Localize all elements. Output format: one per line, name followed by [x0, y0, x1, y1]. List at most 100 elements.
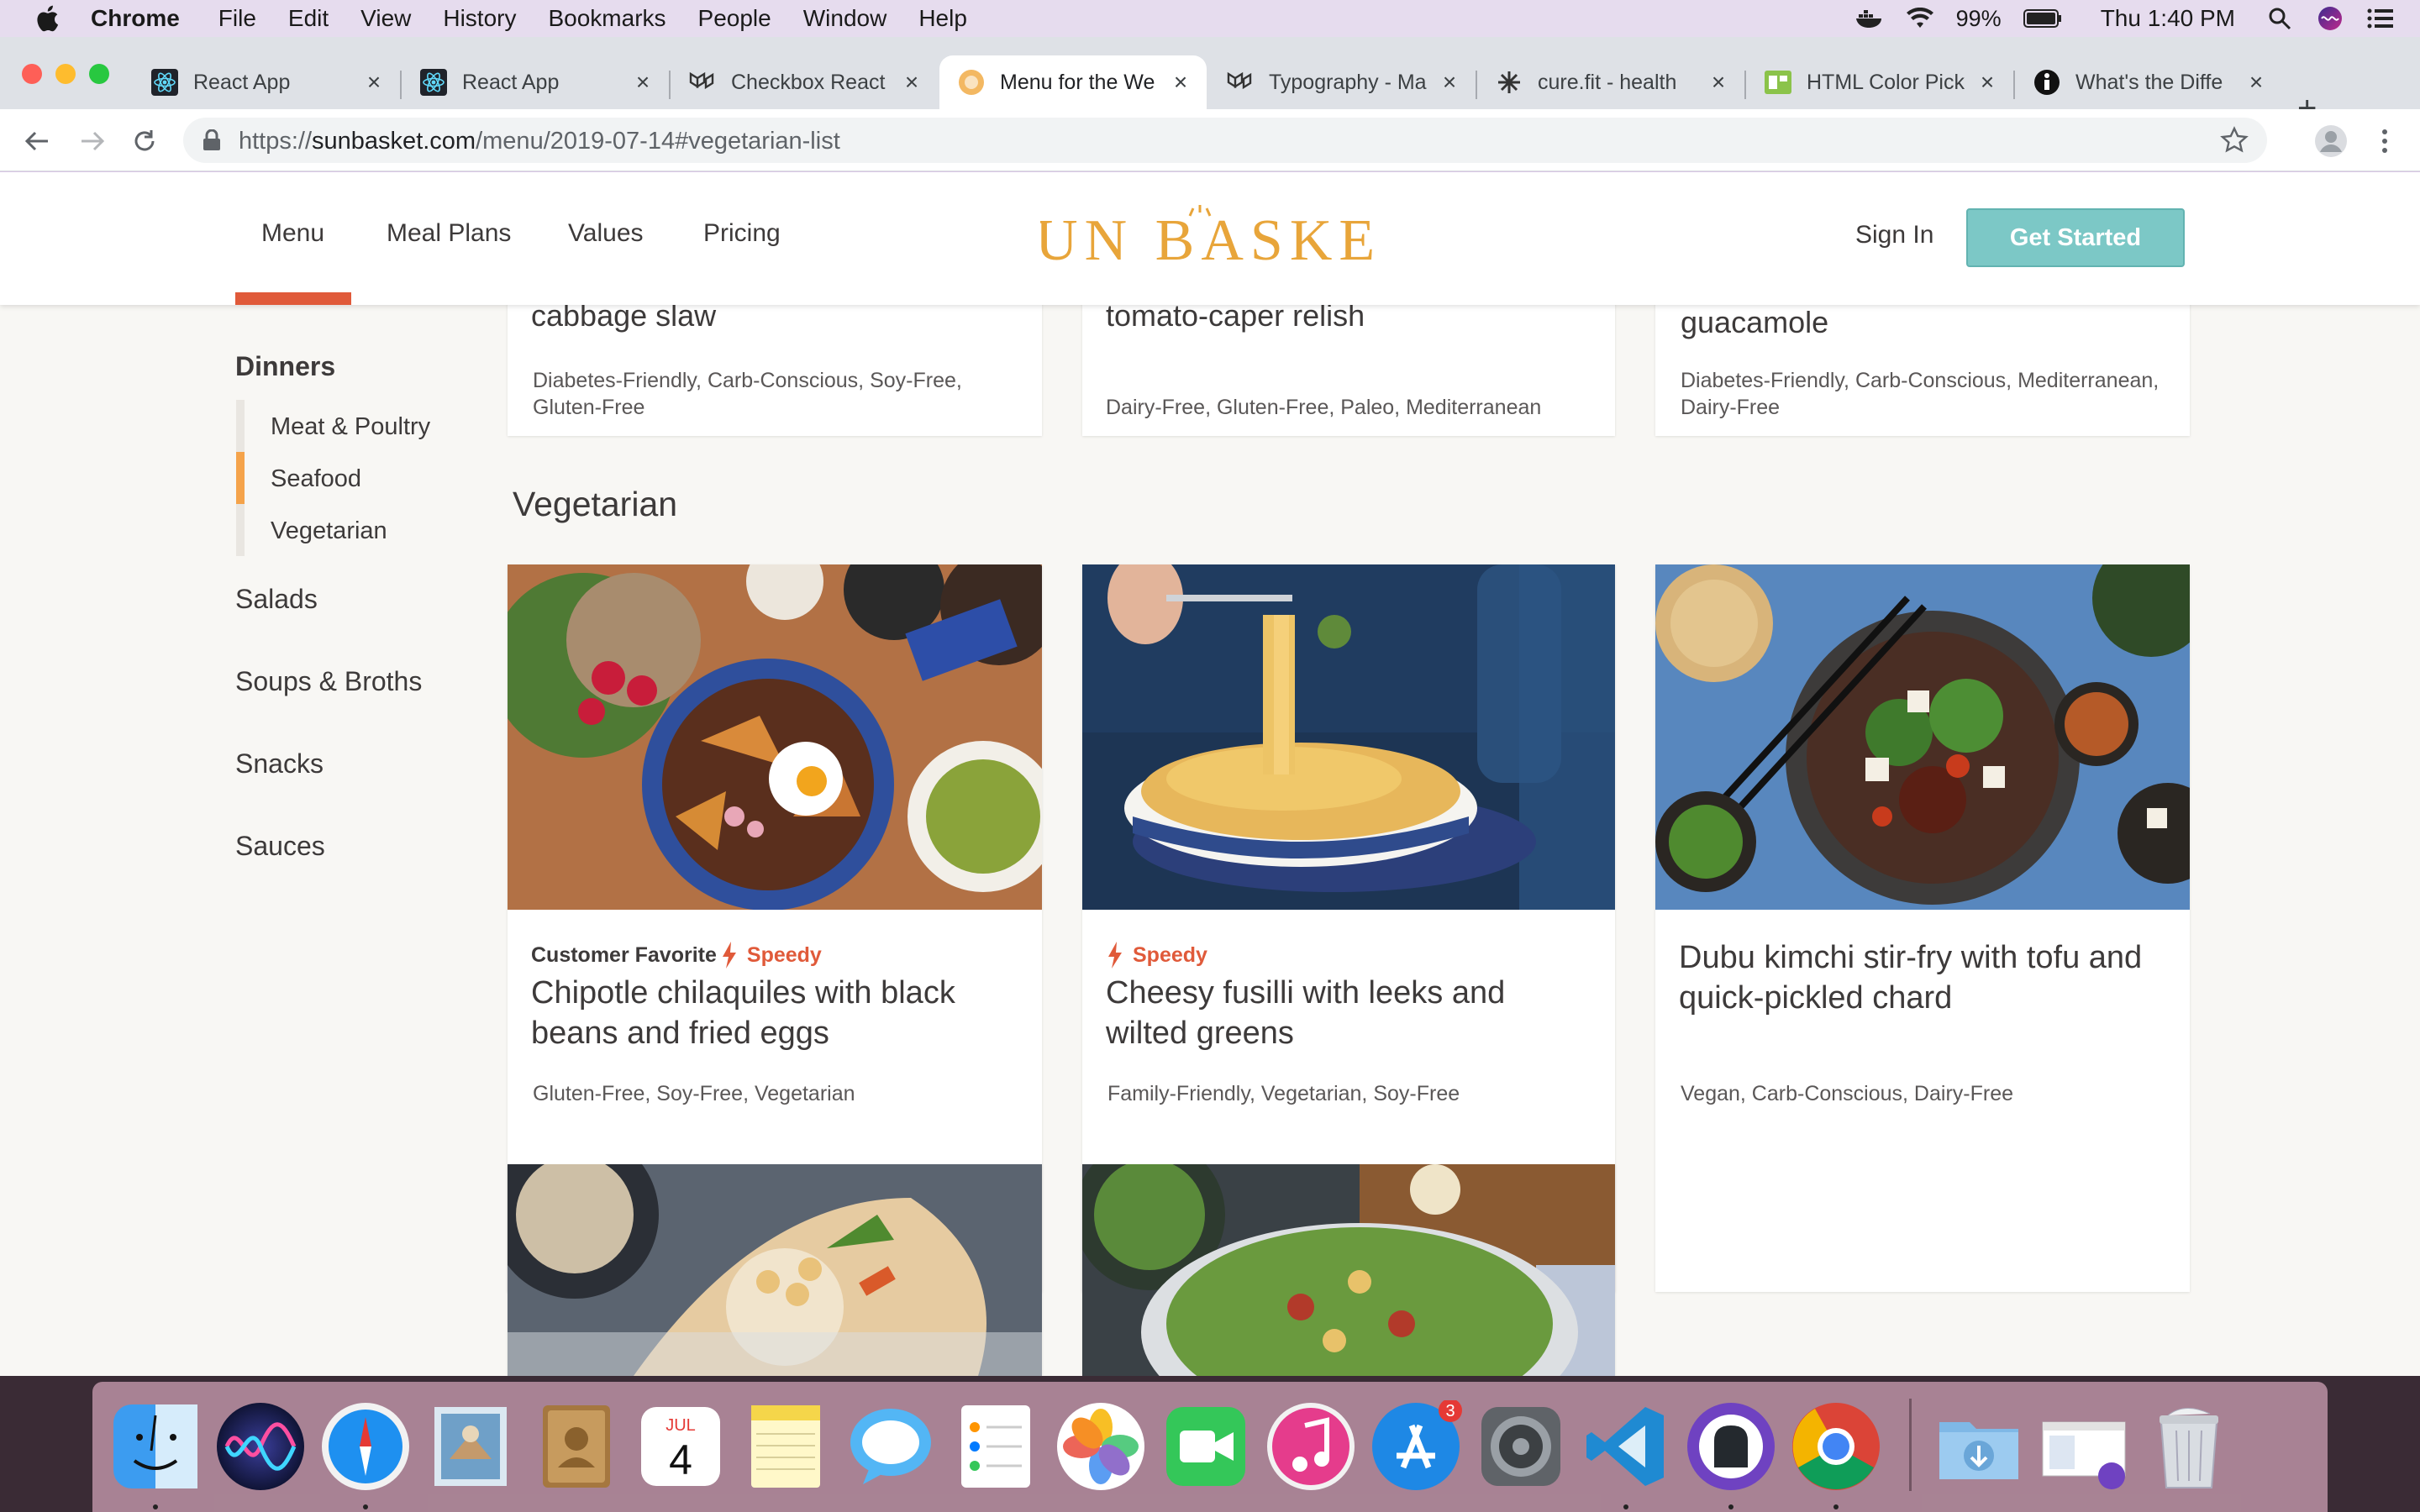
menu-window[interactable]: Window [803, 5, 887, 32]
browser-tab[interactable]: React App × [402, 55, 669, 109]
nav-values[interactable]: Values [568, 219, 644, 248]
browser-tab[interactable]: cure.fit - health × [1477, 55, 1744, 109]
itunes-icon[interactable] [1265, 1400, 1357, 1493]
browser-tab[interactable]: Typography - Ma × [1208, 55, 1476, 109]
app-store-icon[interactable]: 3 [1370, 1400, 1462, 1493]
vscode-icon[interactable] [1580, 1400, 1672, 1493]
menu-bookmarks[interactable]: Bookmarks [548, 5, 666, 32]
menu-view[interactable]: View [360, 5, 411, 32]
finder-icon[interactable] [109, 1400, 202, 1493]
siri-menu-icon[interactable] [2316, 6, 2344, 31]
recipe-card[interactable]: Dubu kimchi stir-fry with tofu and quick… [1655, 564, 2190, 1292]
photos-icon[interactable] [1055, 1400, 1147, 1493]
sign-in-link[interactable]: Sign In [1855, 221, 1933, 249]
browser-tab[interactable]: React App × [133, 55, 400, 109]
back-button[interactable] [20, 124, 54, 158]
recipe-tags-line: Diabetes-Friendly, Carb-Conscious, Soy-F… [533, 369, 962, 392]
sidebar-sauces[interactable]: Sauces [235, 831, 325, 862]
url-text[interactable]: https://sunbasket.com/menu/2019-07-14#ve… [239, 128, 840, 155]
tab-close-icon[interactable]: × [361, 70, 387, 95]
menu-help[interactable]: Help [918, 5, 967, 32]
window-minimize-button[interactable] [55, 64, 76, 84]
downloads-folder-icon[interactable] [1933, 1400, 2025, 1493]
nav-meal-plans[interactable]: Meal Plans [387, 219, 511, 248]
tab-close-icon[interactable]: × [899, 70, 924, 95]
system-preferences-icon[interactable] [1475, 1400, 1567, 1493]
nav-pricing[interactable]: Pricing [703, 219, 781, 248]
sidebar-soups-broths[interactable]: Soups & Broths [235, 666, 422, 697]
messages-icon[interactable] [844, 1400, 937, 1493]
recipe-title[interactable]: guacamole [1681, 305, 1828, 340]
recipe-title[interactable]: Chipotle chilaquiles with black beans an… [531, 973, 1018, 1053]
sidebar-snacks[interactable]: Snacks [235, 748, 324, 780]
trash-icon[interactable] [2143, 1400, 2235, 1493]
facetime-icon[interactable] [1160, 1400, 1252, 1493]
recipe-photo[interactable] [1082, 564, 1615, 910]
recipe-photo[interactable] [508, 1164, 1042, 1376]
reload-button[interactable] [128, 124, 161, 158]
tab-close-icon[interactable]: × [1437, 70, 1462, 95]
tab-close-icon[interactable]: × [1975, 70, 2000, 95]
recipe-photo[interactable] [1655, 564, 2190, 910]
recipe-card[interactable] [1082, 1164, 1615, 1376]
running-indicator [1623, 1504, 1628, 1509]
battery-icon[interactable] [2023, 6, 2062, 31]
menu-people[interactable]: People [698, 5, 771, 32]
sidebar-item-seafood[interactable]: Seafood [271, 465, 361, 493]
wifi-icon[interactable] [1906, 6, 1934, 31]
mail-icon[interactable] [424, 1400, 517, 1493]
running-indicator [363, 1504, 368, 1509]
profile-avatar-icon[interactable] [2312, 123, 2349, 160]
menu-edit[interactable]: Edit [288, 5, 329, 32]
tab-close-icon[interactable]: × [1706, 70, 1731, 95]
github-desktop-icon[interactable] [1685, 1400, 1777, 1493]
window-close-button[interactable] [22, 64, 42, 84]
browser-tab[interactable]: Checkbox React × [671, 55, 938, 109]
browser-tab[interactable]: What's the Diffe × [2015, 55, 2282, 109]
get-started-button[interactable]: Get Started [1966, 208, 2185, 267]
reminders-icon[interactable] [950, 1400, 1042, 1493]
notification-center-icon[interactable] [2366, 6, 2395, 31]
recipe-card[interactable] [508, 1164, 1042, 1376]
menu-clock[interactable]: Thu 1:40 PM [2101, 5, 2235, 32]
sidebar-item-meat-poultry[interactable]: Meat & Poultry [271, 413, 430, 441]
menu-file[interactable]: File [218, 5, 256, 32]
siri-icon[interactable] [214, 1400, 307, 1493]
recipe-title[interactable]: Cheesy fusilli with leeks and wilted gre… [1106, 973, 1593, 1053]
address-bar[interactable]: https://sunbasket.com/menu/2019-07-14#ve… [183, 118, 2267, 163]
sidebar-dinners[interactable]: Dinners [235, 351, 335, 382]
browser-tab[interactable]: HTML Color Pick × [1746, 55, 2013, 109]
tab-title: Typography - Ma [1269, 70, 1427, 94]
section-heading-vegetarian: Vegetarian [513, 485, 678, 523]
notes-icon[interactable] [739, 1400, 832, 1493]
lock-icon[interactable] [202, 129, 222, 151]
menu-history[interactable]: History [443, 5, 516, 32]
macos-menu-bar: Chrome File Edit View History Bookmarks … [0, 0, 2420, 37]
spotlight-search-icon[interactable] [2265, 6, 2294, 31]
tab-close-icon[interactable]: × [1168, 70, 1193, 95]
contacts-icon[interactable] [529, 1400, 622, 1493]
chrome-icon[interactable] [1790, 1400, 1882, 1493]
recipe-photo[interactable] [508, 564, 1042, 910]
tab-close-icon[interactable]: × [630, 70, 655, 95]
bookmark-star-icon[interactable] [2220, 126, 2249, 155]
recipe-title[interactable]: Dubu kimchi stir-fry with tofu and quick… [1679, 937, 2175, 1018]
sidebar-salads[interactable]: Salads [235, 584, 318, 615]
calendar-icon[interactable]: JUL4 [634, 1400, 727, 1493]
apple-icon[interactable] [32, 2, 66, 35]
screenshot-stack-icon[interactable] [2038, 1400, 2130, 1493]
sidebar-item-vegetarian[interactable]: Vegetarian [271, 517, 387, 545]
docker-icon[interactable] [1855, 6, 1884, 31]
tab-close-icon[interactable]: × [2244, 70, 2269, 95]
chrome-menu-icon[interactable] [2368, 124, 2402, 158]
sidebar-track [236, 504, 245, 556]
nav-menu[interactable]: Menu [261, 219, 324, 248]
menu-app-name[interactable]: Chrome [91, 5, 180, 32]
window-zoom-button[interactable] [89, 64, 109, 84]
recipe-photo[interactable] [1082, 1164, 1615, 1376]
safari-icon[interactable] [319, 1400, 412, 1493]
forward-button[interactable] [76, 124, 109, 158]
sun-basket-logo[interactable]: SUN BASKET [1040, 204, 1380, 276]
browser-tab-active[interactable]: Menu for the We × [939, 55, 1207, 109]
recipe-tags-line: Gluten-Free [533, 396, 645, 419]
